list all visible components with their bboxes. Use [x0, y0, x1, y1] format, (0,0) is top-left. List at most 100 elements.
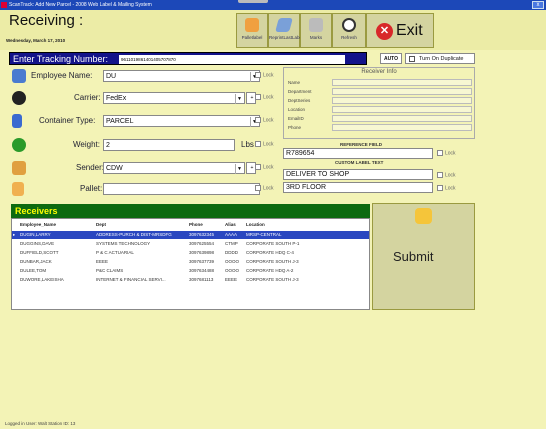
sender-select[interactable]: CDW ▼	[103, 162, 245, 174]
receiver-email-label: EmailID	[288, 116, 304, 121]
exit-button[interactable]: ✕ Exit	[366, 13, 434, 48]
submit-icon	[415, 208, 432, 224]
lock-checkbox[interactable]	[255, 185, 261, 191]
cell-employee: DUWORE,LAKEISHA	[20, 277, 64, 282]
column-dept[interactable]: Dept	[96, 222, 106, 227]
cell-phone: 3097637739	[189, 259, 215, 264]
cell-alias: OOOO	[225, 259, 240, 264]
reprint-last-label-button[interactable]: ReprintLastLabel	[268, 13, 304, 48]
lock-checkbox[interactable]	[437, 150, 443, 156]
submit-button[interactable]: Submit	[372, 203, 475, 310]
cell-alias: OOOO	[225, 268, 240, 273]
employee-label: Employee Name:	[31, 71, 93, 80]
cell-employee: DULEE,TOM	[20, 268, 47, 273]
cell-phone: 3097681113	[189, 277, 214, 282]
lock-checkbox[interactable]	[255, 164, 261, 170]
marks-icon	[309, 18, 323, 32]
tracking-number-input[interactable]: 9611019861401405707870	[119, 55, 345, 64]
weight-label: Weight:	[73, 140, 100, 149]
lock-label: Lock	[263, 117, 274, 124]
cell-phone: 3097625554	[189, 241, 215, 246]
carrier-row: Carrier: FedEx ▼ +	[12, 91, 282, 106]
marks-button[interactable]: Marks	[300, 13, 332, 48]
column-location[interactable]: Location	[246, 222, 265, 227]
carrier-select[interactable]: FedEx ▼	[103, 92, 245, 104]
lock-label: Lock	[445, 185, 456, 192]
scale-icon	[12, 138, 26, 152]
lock-label: Lock	[263, 141, 274, 148]
pallet-lock[interactable]: Lock	[255, 185, 274, 191]
table-row[interactable]: DULEE,TOM P&C CLAIMS 3097634488 OOOO COR…	[12, 267, 369, 275]
submit-label: Submit	[393, 249, 434, 264]
reprint-icon	[275, 18, 293, 32]
cell-alias: DDDD	[225, 250, 238, 255]
duplicate-checkbox[interactable]	[409, 56, 415, 62]
app-icon	[1, 2, 7, 8]
close-icon: ✕	[376, 23, 393, 40]
row-pointer-icon: ▸	[13, 232, 16, 237]
employee-lock[interactable]: Lock	[255, 72, 274, 78]
table-row[interactable]: DUNBAR,JACK EEEE 3097637739 OOOO CORPORA…	[12, 258, 369, 266]
window-title: ScanTrack: Add New Parcel - 2008 Web Lab…	[9, 2, 152, 8]
carrier-lock[interactable]: Lock	[255, 94, 274, 100]
table-row[interactable]: DUFFIELD,SCOTT P & C ACTUARIAL 309763989…	[12, 249, 369, 257]
pallet-row: Pallet:	[12, 182, 282, 197]
duplicate-toggle[interactable]: Turn On Duplicate	[405, 53, 475, 64]
cell-employee: DUGIN,LARRY	[20, 232, 51, 237]
pallet-field-icon	[12, 182, 24, 196]
receivers-table: Employee_Name Dept Phone Alias Location …	[11, 218, 370, 310]
custom2-lock[interactable]: Lock	[437, 185, 456, 191]
receiver-department-label: Department	[288, 89, 312, 94]
container-lock[interactable]: Lock	[255, 117, 274, 123]
lock-checkbox[interactable]	[255, 117, 261, 123]
custom-label-line1[interactable]: DELIVER TO SHOP	[283, 169, 433, 180]
employee-icon	[12, 69, 26, 83]
auto-button[interactable]: AUTO	[380, 53, 402, 64]
chevron-down-icon[interactable]: ▼	[235, 164, 243, 174]
pallet-label-button[interactable]: Palletlabel	[236, 13, 268, 48]
cell-alias: CTMP	[225, 241, 238, 246]
cell-location: CORPORATE SOUTH P-1	[246, 241, 300, 246]
cell-location: MRSP-CENTRAL	[246, 232, 282, 237]
employee-name-field[interactable]: DU ▼	[103, 70, 260, 82]
column-phone[interactable]: Phone	[189, 222, 203, 227]
lock-checkbox[interactable]	[437, 172, 443, 178]
reference-field-input[interactable]: R789654	[283, 148, 433, 159]
custom-label-line2[interactable]: 3RD FLOOR	[283, 182, 433, 193]
table-row[interactable]: DUGGINS,DAVE SYSTEMS TECHNOLOGY 30976255…	[12, 240, 369, 248]
cell-phone: 3097632345	[189, 232, 215, 237]
lock-checkbox[interactable]	[255, 141, 261, 147]
receiver-phone-label: Phone	[288, 125, 302, 130]
reference-lock[interactable]: Lock	[437, 150, 456, 156]
pallet-input[interactable]	[103, 183, 260, 195]
window-close-button[interactable]: x	[532, 1, 544, 9]
sender-lock[interactable]: Lock	[255, 164, 274, 170]
sender-value: CDW	[106, 165, 123, 172]
custom1-lock[interactable]: Lock	[437, 172, 456, 178]
table-row[interactable]: ▸ DUGIN,LARRY ADDRESS-PURCH & DIST-MRSDF…	[12, 231, 369, 239]
pallet-icon	[245, 18, 259, 32]
lock-checkbox[interactable]	[255, 72, 261, 78]
reprint-label-text: ReprintLastLabel	[269, 35, 304, 40]
table-row[interactable]: DUWORE,LAKEISHA INTERNET & FINANCIAL SER…	[12, 276, 369, 284]
chevron-down-icon[interactable]: ▼	[235, 94, 243, 104]
cell-dept: ADDRESS-PURCH & DIST-MRSDFG	[96, 232, 172, 237]
column-alias[interactable]: Alias	[225, 222, 236, 227]
receiver-location-label: Location	[288, 107, 306, 112]
receiver-name-value	[332, 79, 472, 86]
duplicate-label: Turn On Duplicate	[419, 56, 464, 62]
refresh-label-text: Refresh	[341, 35, 357, 40]
refresh-button[interactable]: Refresh	[332, 13, 366, 48]
container-type-select[interactable]: PARCEL ▼	[103, 115, 260, 127]
column-employee-name[interactable]: Employee_Name	[20, 222, 56, 227]
lock-label: Lock	[263, 94, 274, 101]
employee-name-value: DU	[106, 73, 117, 80]
custom-label-header: CUSTOM LABEL TEXT	[335, 160, 384, 165]
receiver-department-value	[332, 88, 472, 95]
lock-checkbox[interactable]	[255, 94, 261, 100]
weight-input[interactable]: 2	[103, 139, 235, 151]
cell-location: CORPORATE SOUTH J-3	[246, 259, 299, 264]
weight-lock[interactable]: Lock	[255, 141, 274, 147]
cell-employee: DUNBAR,JACK	[20, 259, 52, 264]
lock-checkbox[interactable]	[437, 185, 443, 191]
